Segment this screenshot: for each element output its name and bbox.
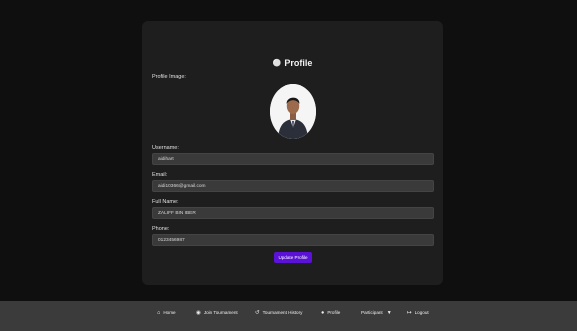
user-circle-icon: ⚪ (272, 60, 282, 67)
home-icon: ⌂ (157, 310, 161, 316)
update-profile-button[interactable]: Update Profile (274, 252, 312, 263)
username-label: Username: (152, 145, 179, 151)
gamepad-icon: ◉ (196, 310, 201, 316)
profile-image-label: Profile Image: (152, 74, 186, 80)
nav-profile[interactable]: ● Profile (321, 310, 340, 316)
profile-title: ⚪ Profile (272, 58, 313, 68)
fullname-label: Full Name: (152, 199, 179, 205)
nav-tournament-history[interactable]: ↺ Tournament History (255, 310, 302, 316)
profile-card: ⚪ Profile Profile Image: Username: aidiha… (142, 21, 443, 285)
logout-icon: ↦ (407, 310, 412, 316)
caret-down-icon: ▼ (386, 310, 392, 316)
phone-label: Phone: (152, 226, 170, 232)
nav-home[interactable]: ⌂ Home (157, 310, 176, 316)
history-icon: ↺ (255, 310, 260, 316)
email-field[interactable]: aidi10366@gmail.com (152, 180, 434, 192)
profile-image (270, 84, 316, 139)
nav-participant-dropdown[interactable]: Participant ▼ (361, 310, 392, 316)
username-field[interactable]: aidihart (152, 153, 434, 165)
nav-logout[interactable]: ↦ Logout (407, 310, 429, 316)
profile-photo (270, 84, 316, 139)
user-icon: ● (321, 310, 325, 316)
email-label: Email: (152, 172, 168, 178)
nav-join-tournament[interactable]: ◉ Join Tournament (196, 310, 238, 316)
fullname-field[interactable]: ZALIFF BIN IBER (152, 207, 434, 219)
phone-field[interactable]: 0123456987 (152, 234, 434, 246)
footer-nav: ⌂ Home ◉ Join Tournament ↺ Tournament Histo… (0, 301, 577, 331)
